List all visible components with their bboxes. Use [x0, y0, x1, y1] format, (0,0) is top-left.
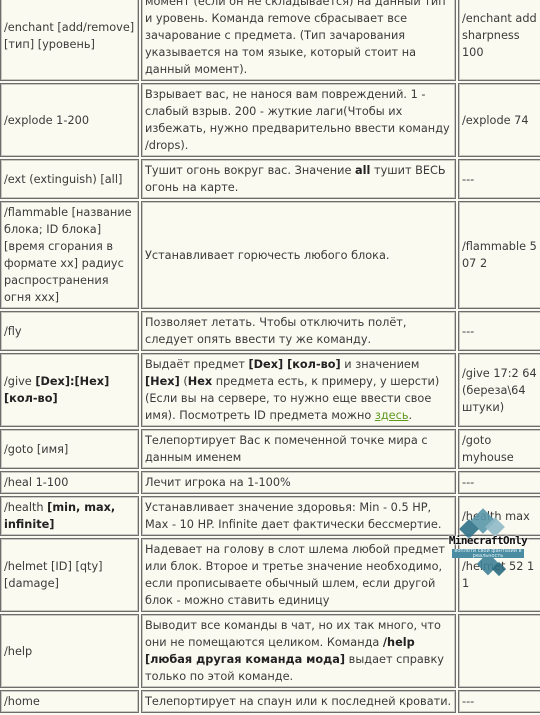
command-cell: /home — [0, 690, 139, 713]
description-cell: Устанавливает значение здоровья: Min - 0… — [141, 496, 456, 536]
description-cell: Тушит огонь вокруг вас. Значение all туш… — [141, 159, 456, 199]
commands-table: /enchant [add/remove] [тип] [уровень] мо… — [0, 0, 540, 715]
example-cell: --- — [458, 690, 540, 713]
example-cell: --- — [458, 311, 540, 351]
command-cell: /goto [имя] — [0, 429, 139, 469]
command-cell: /give [Dex]:[Hex] [кол-во] — [0, 353, 139, 427]
description-keyword: [Dex] [кол-во] — [248, 358, 341, 371]
description-text: ( — [179, 375, 188, 388]
description-cell: Выдаёт предмет [Dex] [кол-во] и значение… — [141, 353, 456, 427]
watermark-subtitle: воплоти свои фантазии в реальность — [452, 549, 524, 558]
example-cell: --- — [458, 159, 540, 199]
example-cell: /flammable 5 07 2 — [458, 201, 540, 309]
description-cell: Лечит игрока на 1-100% — [141, 471, 456, 494]
description-text: . — [408, 409, 413, 422]
table-row: /heal 1-100 Лечит игрока на 1-100% --- — [0, 471, 540, 494]
description-keyword: [Hex] — [145, 375, 180, 388]
description-cell: Телепортирует на спаун или к последней к… — [141, 690, 456, 713]
command-cell: /enchant [add/remove] [тип] [уровень] — [0, 0, 139, 81]
table-row: /goto [имя] Телепортирует Вас к помеченн… — [0, 429, 540, 469]
description-keyword: all — [355, 164, 371, 177]
table-row: /help Выводит все команды в чат, но их т… — [0, 614, 540, 688]
example-cell: /goto myhouse — [458, 429, 540, 469]
minecraftonly-watermark: MinecraftOnly воплоти свои фантазии в ре… — [436, 508, 540, 582]
table-row: /ext (extinguish) [all] Тушит огонь вокр… — [0, 159, 540, 199]
description-cell: Выводит все команды в чат, но их так мно… — [141, 614, 456, 688]
table-row: /give [Dex]:[Hex] [кол-во] Выдаёт предме… — [0, 353, 540, 427]
description-text: Тушит огонь вокруг вас. Значение — [145, 164, 356, 177]
description-cell: Устанавливает горючесть любого блока. — [141, 201, 456, 309]
description-cell: Телепортирует Вас к помеченной точке мир… — [141, 429, 456, 469]
example-cell — [458, 614, 540, 688]
command-text: /give — [4, 375, 36, 388]
command-cell: /explode 1-200 — [0, 83, 139, 157]
description-cell: Позволяет летать. Чтобы отключить полёт,… — [141, 311, 456, 351]
example-cell: /enchant add sharpness 100 — [458, 0, 540, 81]
command-cell: /helmet [ID] [qty] [damage] — [0, 538, 139, 612]
table-row: /flammable [название блока; ID блока] [в… — [0, 201, 540, 309]
example-cell: /give 17:2 64 (береза\64 штуки) — [458, 353, 540, 427]
command-cell: /fly — [0, 311, 139, 351]
command-cell: /help — [0, 614, 139, 688]
description-cell: Взрывает вас, не нанося вам повреждений.… — [141, 83, 456, 157]
watermark-title: MinecraftOnly — [448, 534, 528, 547]
description-text: и значением — [340, 358, 420, 371]
item-id-link[interactable]: здесь — [375, 409, 409, 422]
description-text: Выдаёт предмет — [145, 358, 249, 371]
command-cell: /flammable [название блока; ID блока] [в… — [0, 201, 139, 309]
table-row: /explode 1-200 Взрывает вас, не нанося в… — [0, 83, 540, 157]
table-row: /fly Позволяет летать. Чтобы отключить п… — [0, 311, 540, 351]
command-cell: /health [min, max, infinite] — [0, 496, 139, 536]
description-keyword: Hex — [187, 375, 213, 388]
example-cell: --- — [458, 471, 540, 494]
description-cell: Надевает на голову в слот шлема любой пр… — [141, 538, 456, 612]
example-cell: /explode 74 — [458, 83, 540, 157]
table-row: /home Телепортирует на спаун или к после… — [0, 690, 540, 713]
command-cell: /ext (extinguish) [all] — [0, 159, 139, 199]
description-cell: момент (если он не складывается) на данн… — [141, 0, 456, 81]
command-text: /health — [4, 501, 48, 514]
command-cell: /heal 1-100 — [0, 471, 139, 494]
table-row: /enchant [add/remove] [тип] [уровень] мо… — [0, 0, 540, 81]
